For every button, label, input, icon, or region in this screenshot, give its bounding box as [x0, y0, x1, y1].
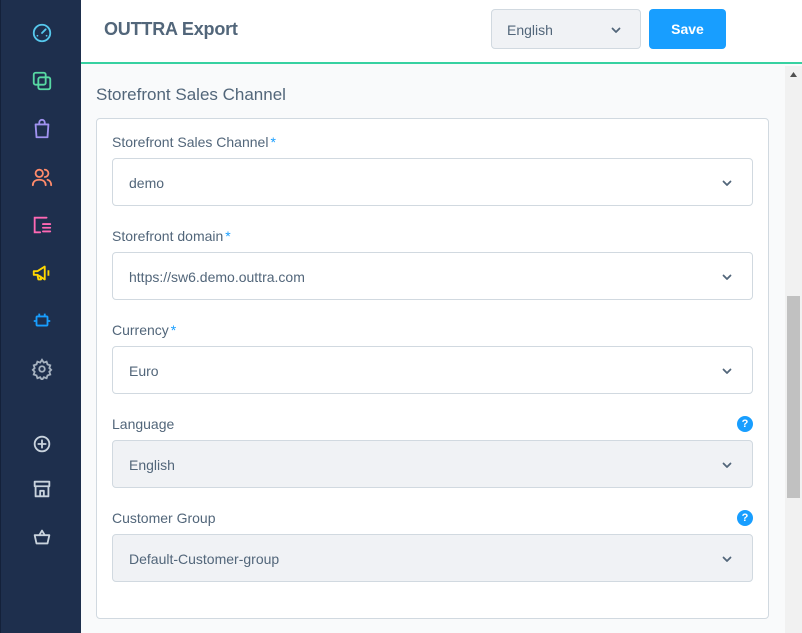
admin-sidebar — [0, 0, 81, 633]
save-button[interactable]: Save — [649, 9, 726, 49]
customer-group-select[interactable]: Default-Customer-group — [112, 534, 753, 582]
storefront-domain-value: https://sw6.demo.outtra.com — [129, 269, 305, 285]
content-icon[interactable] — [29, 212, 55, 238]
field-label-customer-group: Customer Group — [112, 510, 216, 526]
scroll-up-arrow-icon[interactable] — [785, 66, 802, 83]
top-bar: OUTTRA Export English Save — [81, 0, 802, 64]
language-value: English — [129, 457, 175, 473]
currency-select[interactable]: Euro — [112, 346, 753, 394]
catalog-icon[interactable] — [29, 68, 55, 94]
settings-icon[interactable] — [29, 356, 55, 382]
chevron-down-icon — [721, 176, 733, 192]
language-switch-select[interactable]: English — [491, 9, 641, 49]
storefront-domain-select[interactable]: https://sw6.demo.outtra.com — [112, 252, 753, 300]
language-help-icon[interactable]: ? — [737, 416, 753, 432]
chevron-down-icon — [721, 270, 733, 286]
page-title: OUTTRA Export — [104, 19, 238, 39]
dashboard-icon[interactable] — [29, 20, 55, 46]
field-label-language: Language — [112, 416, 175, 432]
sales-channel-card: Storefront Sales Channel * demo Storefron… — [96, 118, 769, 619]
main-content: Storefront Sales Channel Storefront Sale… — [81, 66, 785, 633]
content-scrollbar[interactable] — [785, 66, 802, 633]
language-switch-value: English — [507, 22, 553, 38]
chevron-down-icon — [721, 458, 733, 474]
field-label-currency: Currency * — [112, 322, 177, 338]
storefront-icon[interactable] — [29, 476, 55, 502]
add-sales-channel-icon[interactable] — [29, 431, 55, 457]
sales-channel-select[interactable]: demo — [112, 158, 753, 206]
field-label-storefront-domain: Storefront domain * — [112, 228, 231, 244]
basket-icon[interactable] — [29, 524, 55, 550]
orders-icon[interactable] — [29, 116, 55, 142]
customers-icon[interactable] — [29, 164, 55, 190]
chevron-down-icon — [610, 23, 622, 39]
sales-channel-value: demo — [129, 175, 165, 191]
marketing-icon[interactable] — [29, 260, 55, 286]
customer-group-help-icon[interactable]: ? — [737, 510, 753, 526]
field-label-sales-channel: Storefront Sales Channel * — [112, 134, 276, 150]
chevron-down-icon — [721, 364, 733, 380]
language-select[interactable]: English — [112, 440, 753, 488]
chevron-down-icon — [721, 552, 733, 568]
section-title: Storefront Sales Channel — [96, 85, 286, 104]
extensions-icon[interactable] — [29, 308, 55, 334]
scrollbar-thumb[interactable] — [787, 296, 800, 498]
currency-value: Euro — [129, 363, 159, 379]
customer-group-value: Default-Customer-group — [129, 551, 280, 567]
